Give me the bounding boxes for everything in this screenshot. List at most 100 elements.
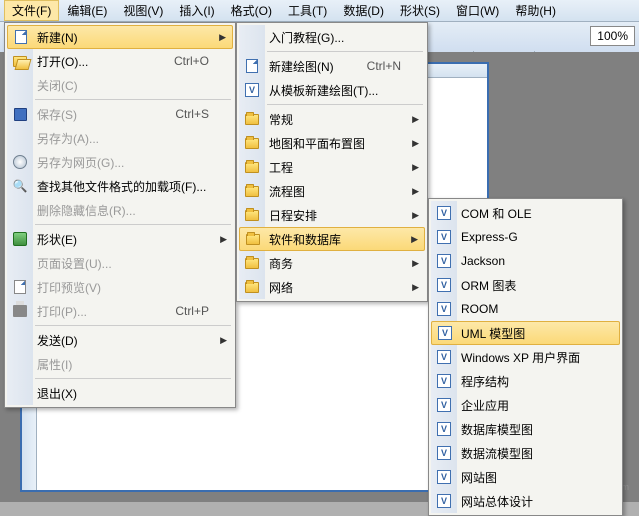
new-menu-item[interactable]: 网络 ▶ [239, 275, 425, 299]
menu-data[interactable]: 数据(D) [335, 0, 392, 21]
vdoc-icon: V [435, 372, 453, 390]
zoom-input[interactable]: 100% [590, 26, 635, 46]
sw-menu-item[interactable]: V ORM 图表 [431, 273, 620, 297]
save-icon [11, 105, 29, 123]
file-menu-item: 另存为网页(G)... [7, 150, 233, 174]
folder-icon [243, 110, 261, 128]
menu-item-label: 另存为(A)... [37, 130, 99, 147]
menu-file[interactable]: 文件(F) [4, 0, 59, 21]
file-menu-item[interactable]: 新建(N) ▶ [7, 25, 233, 49]
sw-menu-item[interactable]: V数据库模型图 [431, 417, 620, 441]
submenu-arrow-icon: ▶ [412, 138, 419, 149]
menu-item-label: 退出(X) [37, 385, 77, 402]
new-menu-item[interactable]: 日程安排▶ [239, 203, 425, 227]
menu-item-shortcut: Ctrl+N [367, 59, 401, 73]
sw-menu-item[interactable]: VExpress-G [431, 225, 620, 249]
menu-item-label: 发送(D) [37, 332, 78, 349]
sw-menu-item[interactable]: VCOM 和 OLE [431, 201, 620, 225]
submenu-arrow-icon: ▶ [219, 32, 226, 43]
submenu-arrow-icon: ▶ [412, 282, 419, 293]
vdoc-icon: V [243, 81, 261, 99]
menu-item-shortcut: Ctrl+O [174, 54, 209, 68]
menu-item-label: 从模板新建绘图(T)... [269, 82, 378, 99]
new-menu-item[interactable]: 商务▶ [239, 251, 425, 275]
new-menu-item[interactable]: 流程图▶ [239, 179, 425, 203]
menu-item-label: 网站总体设计 [461, 493, 533, 510]
sw-menu-item[interactable]: V网站图 [431, 465, 620, 489]
vdoc-icon: V [435, 252, 453, 270]
file-menu-item: 页面设置(U)... [7, 251, 233, 275]
file-menu-item: 打印预览(V) [7, 275, 233, 299]
sw-menu-item[interactable]: VJackson [431, 249, 620, 273]
menu-item-label: 新建(N) [37, 29, 78, 46]
print-icon [11, 302, 29, 320]
menu-item-shortcut: Ctrl+P [175, 304, 209, 318]
new-menu-item[interactable]: 常规▶ [239, 107, 425, 131]
new-menu-item[interactable]: 地图和平面布置图 ▶ [239, 131, 425, 155]
menu-item-label: 另存为网页(G)... [37, 154, 124, 171]
file-menu-item[interactable]: 退出(X) [7, 381, 233, 405]
submenu-arrow-icon: ▶ [220, 234, 227, 245]
vdoc-icon: V [435, 396, 453, 414]
vdoc-icon: V [435, 228, 453, 246]
menu-help[interactable]: 帮助(H) [507, 0, 564, 21]
sw-menu-item[interactable]: V 企业应用 [431, 393, 620, 417]
new-menu-item[interactable]: 工程▶ [239, 155, 425, 179]
menu-item-label: 企业应用 [461, 397, 509, 414]
file-menu-item[interactable]: 打开(O)...Ctrl+O [7, 49, 233, 73]
menu-edit[interactable]: 编辑(E) [59, 0, 115, 21]
menu-item-label: 网络 [269, 279, 293, 296]
menu-item-label: ORM 图表 [461, 277, 516, 294]
menu-item-label: 数据流模型图 [461, 445, 533, 462]
software-db-submenu: VCOM 和 OLEVExpress-GVJacksonVORM 图表VROOM… [428, 198, 623, 516]
folder-icon [243, 278, 261, 296]
new-menu-item[interactable]: 新建绘图(N)Ctrl+N [239, 54, 425, 78]
menu-separator [35, 99, 231, 100]
folder-icon [244, 230, 262, 248]
menu-item-label: 流程图 [269, 183, 305, 200]
menu-shape[interactable]: 形状(S) [392, 0, 448, 21]
sw-menu-item[interactable]: V数据流模型图 [431, 441, 620, 465]
sw-menu-item[interactable]: VWindows XP 用户界面 [431, 345, 620, 369]
menu-item-label: 形状(E) [37, 231, 77, 248]
folder-icon [243, 254, 261, 272]
shape-icon [11, 230, 29, 248]
zoom-value: 100% [597, 29, 628, 43]
menu-window[interactable]: 窗口(W) [448, 0, 507, 21]
menu-view[interactable]: 视图(V) [115, 0, 171, 21]
file-menu-item: 删除隐藏信息(R)... [7, 198, 233, 222]
vdoc-icon: V [435, 300, 453, 318]
menu-separator [35, 325, 231, 326]
vdoc-icon: V [435, 348, 453, 366]
menu-format[interactable]: 格式(O) [223, 0, 280, 21]
sw-menu-item[interactable]: V 程序结构 [431, 369, 620, 393]
vdoc-icon: V [435, 468, 453, 486]
open-icon [11, 52, 29, 70]
menu-item-label: 打印预览(V) [37, 279, 101, 296]
new-doc-icon [12, 28, 30, 46]
folder-icon [243, 206, 261, 224]
file-menu-item: 属性(I) [7, 352, 233, 376]
menu-item-label: 程序结构 [461, 373, 509, 390]
menu-separator [267, 51, 423, 52]
menu-insert[interactable]: 插入(I) [171, 0, 222, 21]
new-menu-item[interactable]: V 从模板新建绘图(T)... [239, 78, 425, 102]
file-menu-item[interactable]: 形状(E) ▶ [7, 227, 233, 251]
new-menu-item[interactable]: 入门教程(G)... [239, 25, 425, 49]
new-menu-item[interactable]: 软件和数据库 ▶ [239, 227, 425, 251]
menu-item-label: 地图和平面布置图 [269, 135, 365, 152]
file-menu-item[interactable]: 🔍查找其他文件格式的加载项(F)... [7, 174, 233, 198]
vdoc-icon: V [435, 492, 453, 510]
menu-tools[interactable]: 工具(T) [280, 0, 335, 21]
sw-menu-item[interactable]: VROOM [431, 297, 620, 321]
vdoc-icon: V [435, 204, 453, 222]
vdoc-icon: V [436, 324, 454, 342]
submenu-arrow-icon: ▶ [411, 234, 418, 245]
sw-menu-item[interactable]: V 网站总体设计 [431, 489, 620, 513]
folder-icon [243, 134, 261, 152]
vdoc-icon: V [435, 276, 453, 294]
sw-menu-item[interactable]: VUML 模型图 [431, 321, 620, 345]
menu-separator [267, 104, 423, 105]
file-menu-item[interactable]: 发送(D)▶ [7, 328, 233, 352]
menu-item-label: 软件和数据库 [269, 231, 341, 248]
